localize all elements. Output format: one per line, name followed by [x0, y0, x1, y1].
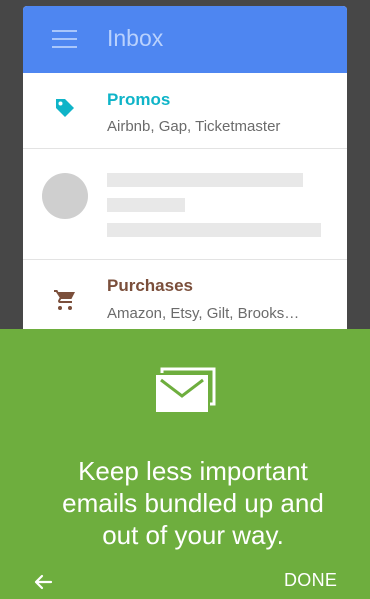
inbox-preview: Inbox Promos Airbnb, Gap, Ticketmaster P… [23, 6, 347, 336]
bundle-title: Purchases [107, 276, 193, 295]
app-bar: Inbox [23, 6, 347, 73]
done-button[interactable]: DONE [284, 570, 337, 591]
placeholder-line [107, 173, 303, 187]
bundle-title: Promos [107, 90, 171, 109]
onboarding-message: Keep less important emails bundled up an… [0, 455, 370, 551]
placeholder-line [107, 223, 321, 237]
divider [23, 259, 347, 260]
app-title: Inbox [107, 25, 164, 51]
message-line: out of your way. [102, 520, 284, 550]
mail-bundle-icon [156, 367, 216, 412]
onboarding-panel: Keep less important emails bundled up an… [0, 329, 370, 599]
message-line: Keep less important [78, 456, 308, 486]
message-line: emails bundled up and [62, 488, 324, 518]
bundle-senders: Airbnb, Gap, Ticketmaster [107, 118, 281, 135]
placeholder-line [107, 198, 185, 212]
avatar [42, 173, 88, 219]
bundle-senders: Amazon, Etsy, Gilt, Brooks… [107, 305, 300, 322]
cart-icon [54, 290, 75, 310]
back-arrow-icon[interactable] [33, 572, 53, 592]
hamburger-menu-icon[interactable] [52, 30, 77, 50]
tag-icon [56, 99, 74, 117]
divider [23, 148, 347, 149]
